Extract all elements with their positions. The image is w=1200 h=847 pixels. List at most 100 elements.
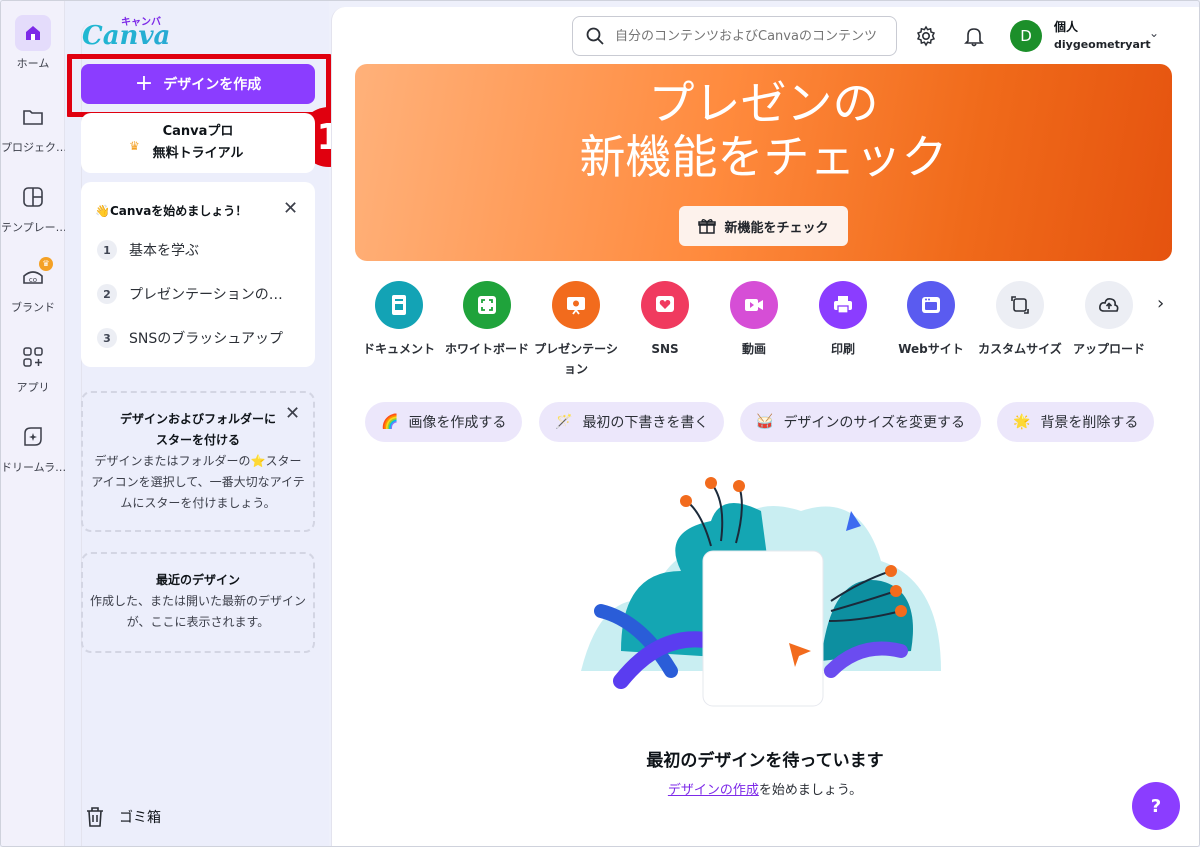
magic-wand-icon: 🪄 <box>555 414 573 430</box>
drum-icon: 🥁 <box>756 414 774 430</box>
hero-title-line2: 新機能をチェック <box>579 130 948 184</box>
template-icon <box>15 179 51 215</box>
rail-label: ホーム <box>16 57 50 70</box>
category-video[interactable]: 動画 <box>712 281 796 359</box>
recent-designs-title: 最近のデザイン <box>155 573 240 587</box>
rail-label: アプリ <box>16 381 50 394</box>
star-icon: 🌟 <box>1013 414 1031 430</box>
cloud-upload-icon <box>1085 281 1133 329</box>
search-bar[interactable] <box>572 16 897 56</box>
category-docs[interactable]: ドキュメント <box>357 281 441 359</box>
getting-started-heading: 👋Canvaを始めましょう！ <box>95 204 248 218</box>
empty-state-subtitle: デザインの作成を始めましょう。 <box>331 779 1199 798</box>
rail-label: プロジェク… <box>1 141 65 154</box>
chip-label: 背景を削除する <box>1040 415 1139 431</box>
rail-label: ドリームラ… <box>1 461 65 474</box>
home-icon <box>15 15 51 51</box>
heart-icon <box>641 281 689 329</box>
chevron-down-icon[interactable]: ⌄ <box>1149 26 1159 40</box>
rail-item-apps[interactable]: アプリ <box>1 339 65 395</box>
search-icon <box>586 27 604 45</box>
rail-item-home[interactable]: ホーム <box>1 15 65 71</box>
chip-label: デザインのサイズを変更する <box>783 415 966 431</box>
bell-icon <box>964 28 984 47</box>
presentation-icon <box>552 281 600 329</box>
chip-resize-design[interactable]: 🥁 デザインのサイズを変更する <box>740 402 982 442</box>
search-input[interactable] <box>615 28 895 44</box>
getting-started-item[interactable]: 1 基本を学ぶ <box>97 238 199 262</box>
chip-label: 最初の下書きを書く <box>582 415 709 431</box>
whats-new-button[interactable]: 新機能をチェック <box>679 206 848 246</box>
canva-logo[interactable]: キャンバ Canva <box>81 13 181 846</box>
avatar[interactable]: D <box>1010 20 1042 52</box>
getting-started-item[interactable]: 2 プレゼンテーションの… <box>97 282 283 306</box>
chip-create-image[interactable]: 🌈 画像を作成する <box>365 402 523 442</box>
highlight-frame <box>67 54 331 117</box>
left-rail: ホーム プロジェク… テンプレー… co ♛ ブランド アプリ ドリームラ… <box>1 1 65 846</box>
close-icon[interactable]: ✕ <box>283 200 298 218</box>
whats-new-label: 新機能をチェック <box>724 220 829 236</box>
step-label: SNSのブラッシュアップ <box>129 331 283 347</box>
folder-icon <box>15 99 51 135</box>
app-window: ホーム プロジェク… テンプレー… co ♛ ブランド アプリ ドリームラ… C… <box>0 0 1200 847</box>
account-info[interactable]: 個人 diygeometryart <box>1054 19 1151 53</box>
account-type: 個人 <box>1054 20 1079 34</box>
video-icon <box>730 281 778 329</box>
hero-title-line1: プレゼンの <box>648 76 879 130</box>
category-website[interactable]: Webサイト <box>889 281 973 359</box>
settings-button[interactable] <box>911 21 941 51</box>
category-upload[interactable]: アップロード <box>1067 281 1151 359</box>
resize-icon <box>996 281 1044 329</box>
category-custom-size[interactable]: カスタムサイズ <box>978 281 1062 359</box>
notifications-button[interactable] <box>959 21 989 51</box>
brand-icon: co ♛ <box>15 257 53 295</box>
category-label: アップロード <box>1072 342 1145 356</box>
star-tip-body: デザインまたはフォルダーの⭐スターアイコンを選択して、一番大切なアイテムにスター… <box>91 454 305 510</box>
category-label: プレゼンテーション <box>534 342 618 376</box>
empty-state-illustration <box>581 477 941 707</box>
canva-pro-trial-card[interactable]: ♛ Canvaプロ 無料トライアル <box>81 113 315 173</box>
getting-started-item[interactable]: 3 SNSのブラッシュアップ <box>97 326 283 350</box>
chip-write-draft[interactable]: 🪄 最初の下書きを書く <box>539 402 725 442</box>
hero-banner[interactable]: プレゼンの 新機能をチェック 新機能をチェック <box>355 64 1172 261</box>
whiteboard-icon <box>463 281 511 329</box>
star-tip-card: ✕ デザインおよびフォルダーに スターを付ける デザインまたはフォルダーの⭐スタ… <box>81 391 315 532</box>
trash-label: ゴミ箱 <box>119 810 161 826</box>
rail-item-projects[interactable]: プロジェク… <box>1 99 65 155</box>
rail-item-dreamlab[interactable]: ドリームラ… <box>1 419 65 475</box>
create-design-link[interactable]: デザインの作成 <box>668 783 759 798</box>
hero-title: プレゼンの 新機能をチェック <box>355 76 1172 184</box>
step-number: 3 <box>97 328 117 348</box>
category-presentation[interactable]: プレゼンテーション <box>534 281 618 379</box>
account-name: diygeometryart <box>1054 38 1151 51</box>
website-icon <box>907 281 955 329</box>
category-sns[interactable]: SNS <box>623 281 707 359</box>
chip-label: 画像を作成する <box>408 415 507 431</box>
category-label: ドキュメント <box>362 342 435 356</box>
rail-item-templates[interactable]: テンプレー… <box>1 179 65 235</box>
step-number: 1 <box>97 240 117 260</box>
step-number: 2 <box>97 284 117 304</box>
trash-button[interactable]: ゴミ箱 <box>85 806 161 828</box>
svg-text:co: co <box>29 276 37 284</box>
rail-item-brand[interactable]: co ♛ ブランド <box>1 257 65 315</box>
getting-started-card: 👋Canvaを始めましょう！ ✕ 1 基本を学ぶ 2 プレゼンテーションの… 3… <box>81 182 315 367</box>
rail-label: テンプレー… <box>1 221 65 234</box>
category-label: 動画 <box>741 342 766 356</box>
apps-icon <box>15 339 51 375</box>
close-icon[interactable]: ✕ <box>285 405 300 423</box>
category-label: カスタムサイズ <box>978 342 1062 356</box>
rail-label: ブランド <box>11 301 55 314</box>
category-label: Webサイト <box>898 342 964 356</box>
chevron-right-icon[interactable]: › <box>1157 293 1164 314</box>
category-label: ホワイトボード <box>445 342 530 356</box>
category-label: 印刷 <box>830 342 855 356</box>
category-print[interactable]: 印刷 <box>801 281 885 359</box>
crown-icon: ♛ <box>39 257 53 271</box>
help-button[interactable]: ? <box>1132 782 1180 830</box>
crown-icon: ♛ <box>129 139 140 153</box>
category-whiteboard[interactable]: ホワイトボード <box>445 281 529 359</box>
recent-designs-card: 最近のデザイン 作成した、または開いた最新のデザインが、ここに表示されます。 <box>81 552 315 653</box>
chip-remove-background[interactable]: 🌟 背景を削除する <box>997 402 1155 442</box>
empty-state-rest: を始めましょう。 <box>758 783 863 798</box>
